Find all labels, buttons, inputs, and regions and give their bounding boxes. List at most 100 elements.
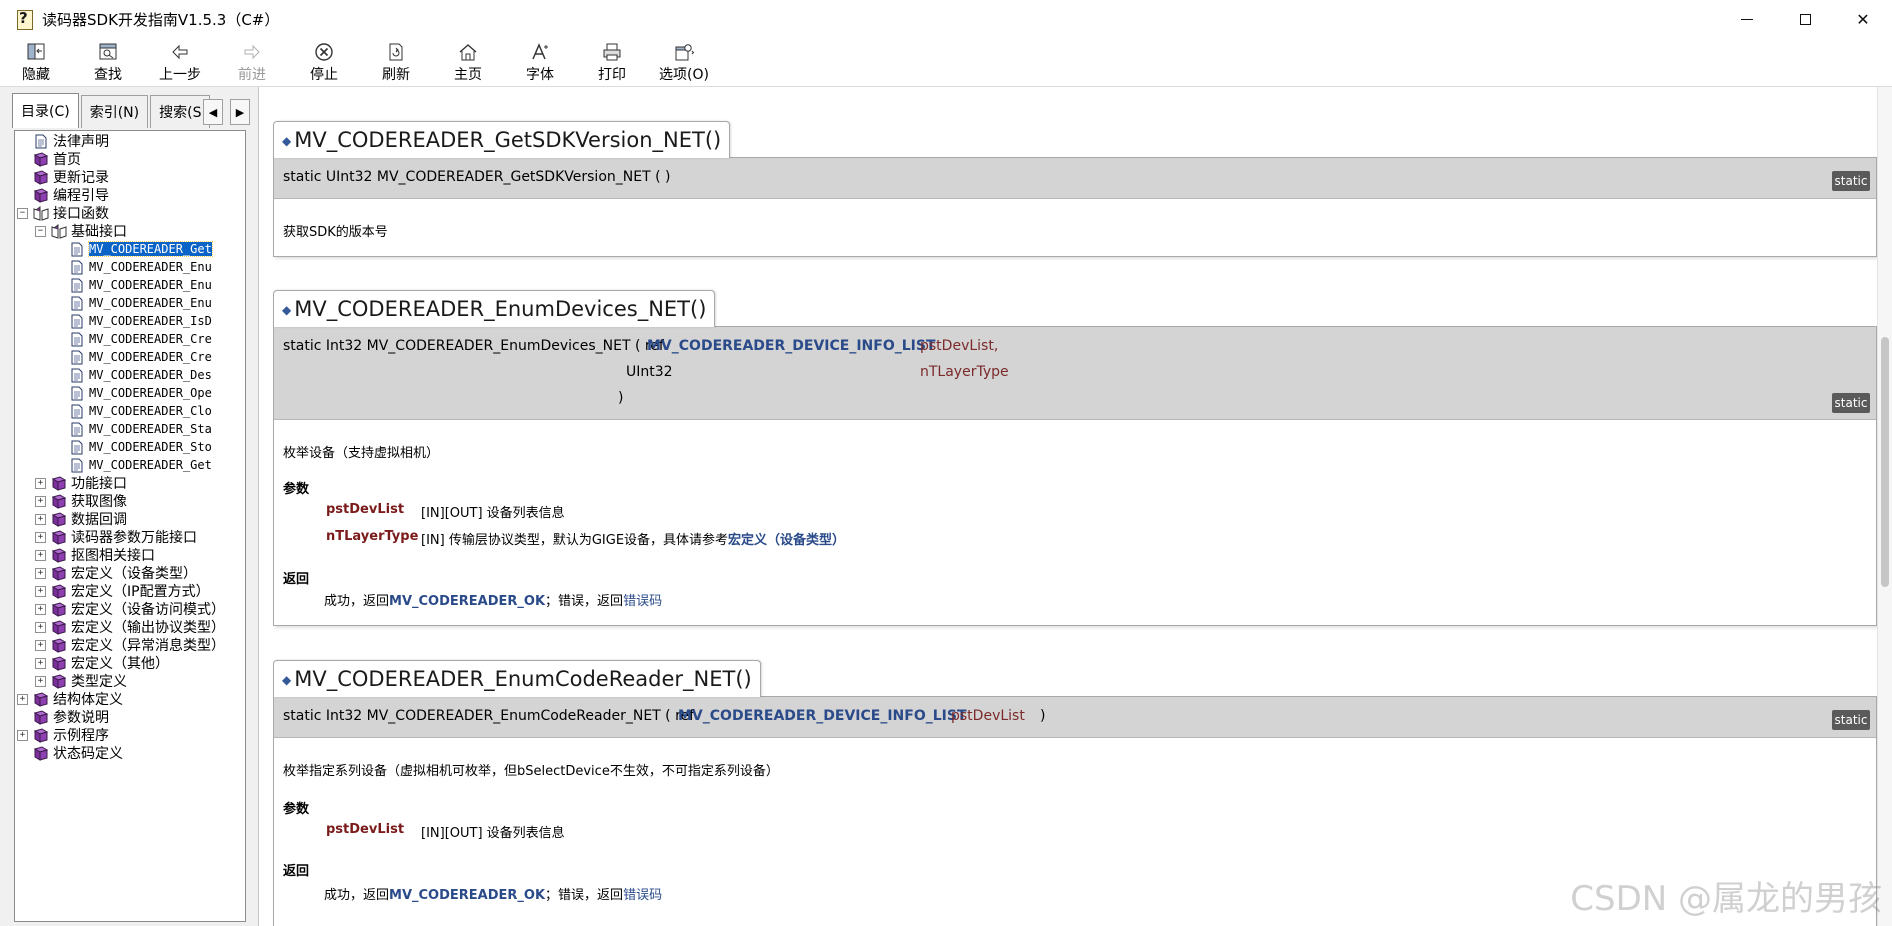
error-code-link[interactable]: 错误码 bbox=[623, 594, 662, 609]
find-button[interactable]: 查找 bbox=[72, 38, 144, 86]
tree-item[interactable]: + 数据回调 bbox=[35, 510, 127, 528]
expand-icon[interactable]: + bbox=[35, 514, 46, 525]
expand-icon[interactable]: + bbox=[35, 568, 46, 579]
bullet-icon: ◆ bbox=[282, 303, 292, 317]
find-icon bbox=[97, 38, 119, 62]
tree-item-label: MV_CODEREADER_Enu bbox=[89, 278, 212, 292]
content-scrollbar[interactable] bbox=[1877, 87, 1892, 926]
tree-item[interactable]: + 宏定义（异常消息类型） bbox=[35, 636, 225, 654]
type-link[interactable]: MV_CODEREADER_DEVICE_INFO_LIST bbox=[647, 338, 936, 354]
expand-icon[interactable]: + bbox=[35, 532, 46, 543]
book-icon bbox=[33, 187, 53, 203]
tree-item[interactable]: MV_CODEREADER_Enu bbox=[69, 276, 212, 294]
tree-item[interactable]: + 读码器参数万能接口 bbox=[35, 528, 197, 546]
tree-item[interactable]: MV_CODEREADER_Sta bbox=[69, 420, 212, 438]
book-icon bbox=[33, 691, 53, 707]
forward-button[interactable]: 前进 bbox=[216, 38, 288, 86]
tree-item[interactable]: + 宏定义（设备访问模式） bbox=[35, 600, 225, 618]
tree-item[interactable]: MV_CODEREADER_Des bbox=[69, 366, 212, 384]
tab-search[interactable]: 搜索(S bbox=[150, 95, 211, 128]
expand-icon[interactable]: + bbox=[17, 730, 28, 741]
tree-item[interactable]: + 宏定义（其他） bbox=[35, 654, 169, 672]
tree-item[interactable]: 参数说明 bbox=[33, 708, 109, 726]
tree-item[interactable]: MV_CODEREADER_Clo bbox=[69, 402, 212, 420]
tree-item[interactable]: + 类型定义 bbox=[35, 672, 127, 690]
tab-index[interactable]: 索引(N) bbox=[80, 95, 149, 128]
expand-icon[interactable]: + bbox=[35, 658, 46, 669]
tree-item[interactable]: + 抠图相关接口 bbox=[35, 546, 155, 564]
member-title: ◆ MV_CODEREADER_EnumCodeReader_NET() bbox=[273, 660, 761, 697]
error-code-link[interactable]: 错误码 bbox=[623, 888, 662, 903]
tree-item[interactable]: 更新记录 bbox=[33, 168, 109, 186]
maximize-button[interactable] bbox=[1776, 0, 1834, 38]
tree-item[interactable]: − 接口函数 bbox=[17, 204, 109, 222]
title-bar: ? 读码器SDK开发指南V1.5.3（C#） ✕ bbox=[0, 0, 1892, 39]
tree-item[interactable]: − 基础接口 bbox=[35, 222, 127, 240]
expand-icon[interactable]: + bbox=[35, 640, 46, 651]
page-icon bbox=[69, 386, 89, 401]
close-button[interactable]: ✕ bbox=[1834, 0, 1892, 38]
tree-item[interactable]: MV_CODEREADER_Enu bbox=[69, 294, 212, 312]
static-badge: static bbox=[1832, 710, 1870, 730]
tree-item[interactable]: 状态码定义 bbox=[33, 744, 123, 762]
tree-item[interactable]: MV_CODEREADER_Cre bbox=[69, 348, 212, 366]
scrollbar-thumb[interactable] bbox=[1881, 337, 1889, 587]
expand-icon[interactable]: + bbox=[35, 622, 46, 633]
tree-item[interactable]: + 宏定义（设备类型） bbox=[35, 564, 197, 582]
tree-item[interactable]: + 结构体定义 bbox=[17, 690, 123, 708]
tree-item[interactable]: + 宏定义（输出协议类型） bbox=[35, 618, 225, 636]
page-icon bbox=[69, 278, 89, 293]
ok-link[interactable]: MV_CODEREADER_OK bbox=[389, 888, 545, 903]
tree-item[interactable]: + 功能接口 bbox=[35, 474, 127, 492]
navigation-pane: 目录(C) 索引(N) 搜索(S ◀ ▶ 法律声明 首页 更新记录 编程引导 − 接口函数… bbox=[0, 87, 259, 926]
book-icon bbox=[51, 529, 71, 545]
collapse-icon[interactable]: − bbox=[17, 208, 28, 219]
expand-icon[interactable]: + bbox=[35, 478, 46, 489]
tree-item[interactable]: + 宏定义（IP配置方式） bbox=[35, 582, 210, 600]
expand-icon[interactable]: + bbox=[35, 604, 46, 615]
tree-item[interactable]: 编程引导 bbox=[33, 186, 109, 204]
expand-icon[interactable]: + bbox=[17, 694, 28, 705]
tree-item[interactable]: 首页 bbox=[33, 150, 81, 168]
tree-item[interactable]: + 示例程序 bbox=[17, 726, 109, 744]
home-button[interactable]: 主页 bbox=[432, 38, 504, 86]
stop-button[interactable]: 停止 bbox=[288, 38, 360, 86]
tab-scroll-left-icon[interactable]: ◀ bbox=[203, 99, 223, 125]
contents-tree: 法律声明 首页 更新记录 编程引导 − 接口函数 − 基础接口 MV_CODEREADER_Ge… bbox=[14, 130, 246, 922]
options-button[interactable]: 选项(O) bbox=[648, 38, 720, 86]
print-button[interactable]: 打印 bbox=[576, 38, 648, 86]
tree-item-label: 宏定义（设备类型） bbox=[71, 566, 197, 582]
tree-item[interactable]: 法律声明 bbox=[33, 132, 109, 150]
expand-icon[interactable]: + bbox=[35, 550, 46, 561]
ok-link[interactable]: MV_CODEREADER_OK bbox=[389, 594, 545, 609]
close-icon: ✕ bbox=[1856, 9, 1870, 29]
options-icon bbox=[673, 38, 695, 62]
book-icon bbox=[51, 547, 71, 563]
tree-item-label: MV_CODEREADER_Cre bbox=[89, 350, 212, 364]
expand-icon[interactable]: + bbox=[35, 496, 46, 507]
tree-item[interactable]: + 获取图像 bbox=[35, 492, 127, 510]
font-button[interactable]: 字体 bbox=[504, 38, 576, 86]
tree-item[interactable]: MV_CODEREADER_Sto bbox=[69, 438, 212, 456]
tree-item[interactable]: MV_CODEREADER_Cre bbox=[69, 330, 212, 348]
expand-icon[interactable]: + bbox=[35, 676, 46, 687]
tree-item[interactable]: MV_CODEREADER_IsD bbox=[69, 312, 212, 330]
tree-item-label: MV_CODEREADER_Clo bbox=[89, 404, 212, 418]
refresh-button[interactable]: 刷新 bbox=[360, 38, 432, 86]
tree-item-label: 宏定义（异常消息类型） bbox=[71, 638, 225, 654]
tree-item[interactable]: MV_CODEREADER_Enu bbox=[69, 258, 212, 276]
nav-tabs: 目录(C) 索引(N) 搜索(S bbox=[12, 93, 212, 129]
expand-icon[interactable]: + bbox=[35, 586, 46, 597]
open-book-icon bbox=[33, 205, 53, 221]
hide-button[interactable]: 隐藏 bbox=[0, 38, 72, 86]
tree-item[interactable]: MV_CODEREADER_Get bbox=[69, 240, 213, 258]
minimize-button[interactable] bbox=[1718, 0, 1776, 38]
type-link[interactable]: MV_CODEREADER_DEVICE_INFO_LIST bbox=[678, 708, 967, 724]
back-button[interactable]: 上一步 bbox=[144, 38, 216, 86]
tab-scroll-right-icon[interactable]: ▶ bbox=[230, 99, 250, 125]
tree-item[interactable]: MV_CODEREADER_Get bbox=[69, 456, 212, 474]
tree-item[interactable]: MV_CODEREADER_Ope bbox=[69, 384, 212, 402]
collapse-icon[interactable]: − bbox=[35, 226, 46, 237]
macro-link[interactable]: 宏定义（设备类型） bbox=[728, 533, 845, 548]
tab-contents[interactable]: 目录(C) bbox=[12, 93, 79, 128]
